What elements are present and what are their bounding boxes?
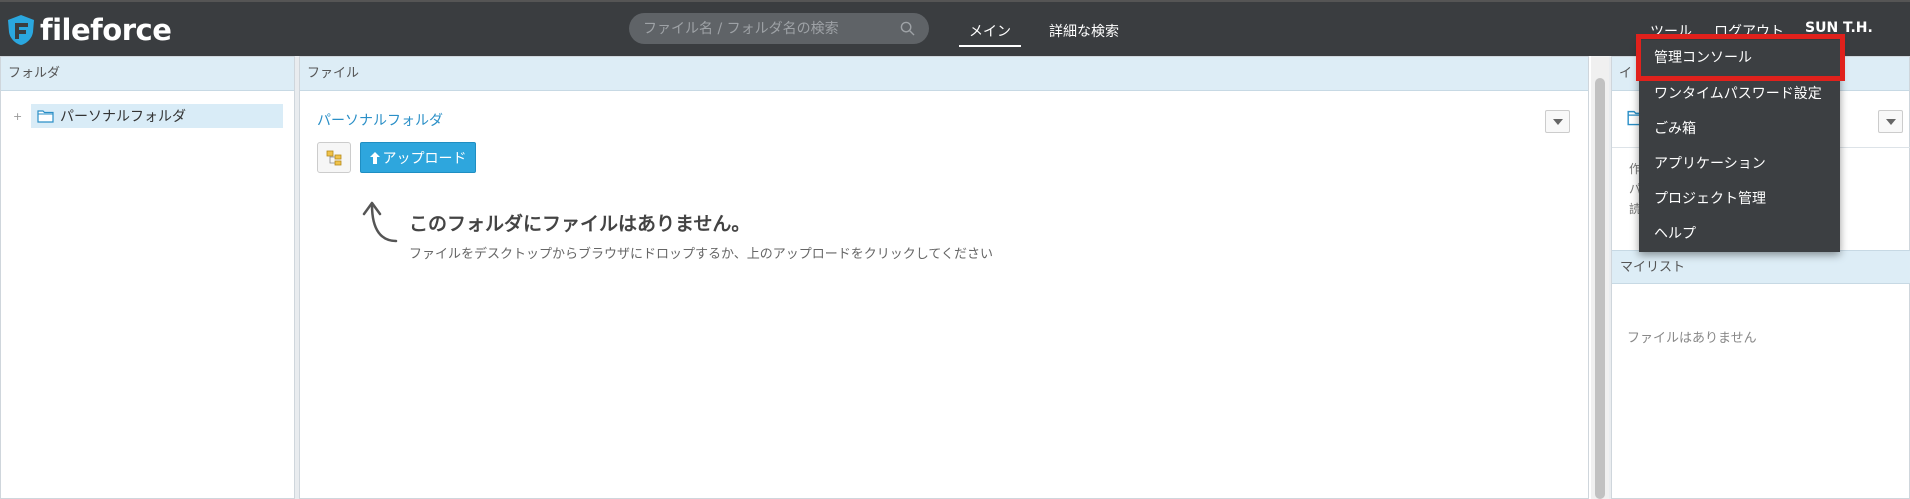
folder-panel: フォルダ + パーソナルフォルダ: [0, 56, 295, 499]
menu-item-help[interactable]: ヘルプ: [1654, 223, 1696, 243]
highlight-box: [1636, 34, 1845, 81]
info-panel-menu-button[interactable]: [1878, 110, 1903, 133]
arrow-up-icon: [369, 151, 380, 164]
logo[interactable]: fileforce: [6, 12, 172, 48]
menu-item-applications[interactable]: アプリケーション: [1654, 153, 1766, 173]
upload-button-label: アップロード: [382, 150, 467, 167]
search-box: [629, 13, 929, 44]
file-panel-title: ファイル: [300, 57, 1588, 91]
tree-node-label: パーソナルフォルダ: [60, 109, 186, 125]
empty-state-message: ファイルをデスクトップからブラウザにドロップするか、上のアップロードをクリックし…: [409, 247, 993, 262]
caret-down-icon: [1552, 118, 1563, 125]
caret-down-icon: [1885, 118, 1896, 125]
search-input[interactable]: [643, 13, 893, 44]
fileforce-logo-icon: [8, 15, 34, 45]
menu-item-project-management[interactable]: プロジェクト管理: [1654, 188, 1766, 208]
folder-icon: [37, 110, 54, 123]
menu-item-trash[interactable]: ごみ箱: [1654, 118, 1696, 138]
tree-view-icon: [326, 150, 342, 165]
folder-panel-title: フォルダ: [1, 57, 294, 91]
top-bar: fileforce メイン 詳細な検索 ツール ログアウト SUN T.H.: [0, 0, 1910, 56]
tree-expand-toggle[interactable]: +: [13, 110, 31, 123]
mylist-empty-message: ファイルはありません: [1627, 331, 1757, 346]
file-panel: ファイル パーソナルフォルダ アップロード このフォルダにファイルはありません。…: [299, 56, 1589, 499]
menu-item-otp-settings[interactable]: ワンタイムパスワード設定: [1654, 83, 1822, 103]
tree-node-personal-folder[interactable]: パーソナルフォルダ: [31, 104, 283, 128]
file-panel-menu-button[interactable]: [1545, 110, 1570, 133]
empty-state-title: このフォルダにファイルはありません。: [409, 213, 751, 235]
mylist-title: マイリスト: [1612, 250, 1910, 284]
curved-arrow-icon: [362, 201, 398, 243]
upload-button[interactable]: アップロード: [360, 142, 476, 173]
info-panel-title-text: イ: [1619, 66, 1633, 81]
view-toggle-button[interactable]: [317, 142, 351, 173]
logo-text: fileforce: [40, 13, 172, 47]
scroll-thumb[interactable]: [1595, 78, 1605, 499]
tree-row: + パーソナルフォルダ: [13, 104, 283, 128]
breadcrumb[interactable]: パーソナルフォルダ: [317, 110, 443, 130]
tab-main[interactable]: メイン: [959, 21, 1021, 47]
file-panel-scrollbar[interactable]: [1591, 56, 1609, 499]
tab-advanced-search[interactable]: 詳細な検索: [1049, 21, 1119, 41]
search-icon[interactable]: [900, 21, 915, 36]
